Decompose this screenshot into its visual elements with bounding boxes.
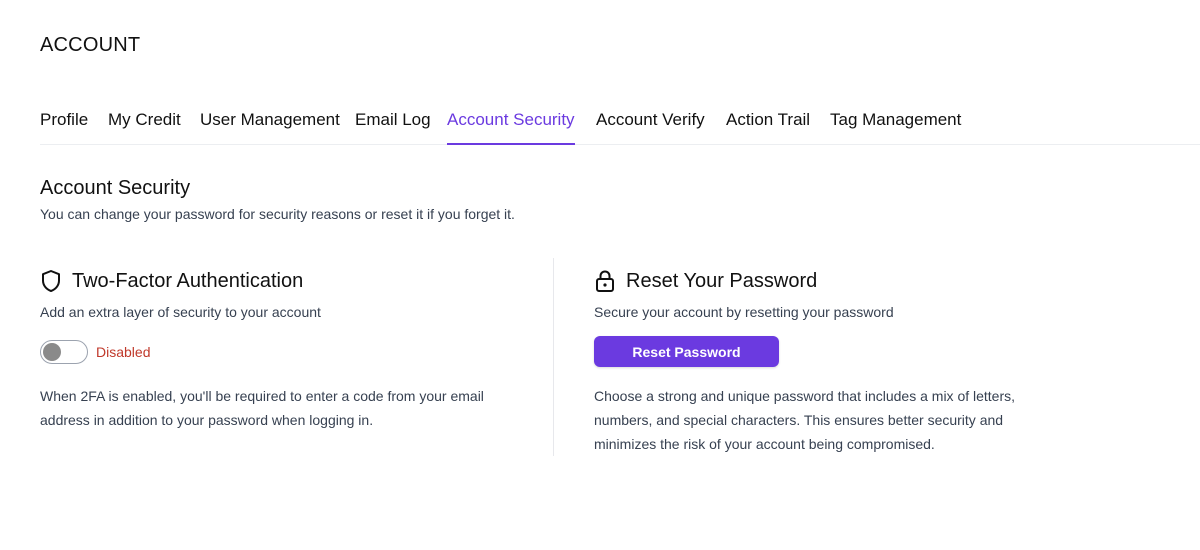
tab-my-credit[interactable]: My Credit (108, 110, 181, 145)
two-factor-title: Two-Factor Authentication (72, 269, 304, 292)
tab-account-security[interactable]: Account Security (447, 110, 575, 145)
reset-password-help: Choose a strong and unique password that… (594, 388, 1016, 452)
section-subtitle: You can change your password for securit… (40, 206, 515, 222)
section-title: Account Security (40, 177, 191, 199)
two-factor-status: Disabled (96, 344, 151, 360)
column-divider (553, 258, 554, 456)
page-title: ACCOUNT (40, 34, 141, 56)
reset-password-title-row: Reset Your Password (594, 269, 817, 293)
reset-password-title: Reset Your Password (626, 269, 818, 292)
account-page: ACCOUNT Profile My Credit User Managemen… (0, 0, 1200, 550)
shield-icon (40, 269, 62, 293)
tab-action-trail[interactable]: Action Trail (726, 110, 810, 145)
two-factor-toggle[interactable] (40, 340, 88, 364)
two-factor-title-row: Two-Factor Authentication (40, 269, 303, 293)
tab-user-management[interactable]: User Management (200, 110, 340, 145)
toggle-knob (43, 343, 61, 361)
tab-tag-management[interactable]: Tag Management (830, 110, 961, 145)
reset-password-button[interactable]: Reset Password (594, 336, 779, 367)
reset-password-description: Secure your account by resetting your pa… (594, 304, 894, 320)
two-factor-help: When 2FA is enabled, you'll be required … (40, 388, 484, 428)
tab-profile[interactable]: Profile (40, 110, 88, 145)
tab-email-log[interactable]: Email Log (355, 110, 431, 145)
tab-account-verify[interactable]: Account Verify (596, 110, 705, 145)
lock-icon (594, 269, 616, 293)
tab-bar: Profile My Credit User Management Email … (40, 110, 1200, 145)
two-factor-description: Add an extra layer of security to your a… (40, 304, 321, 320)
